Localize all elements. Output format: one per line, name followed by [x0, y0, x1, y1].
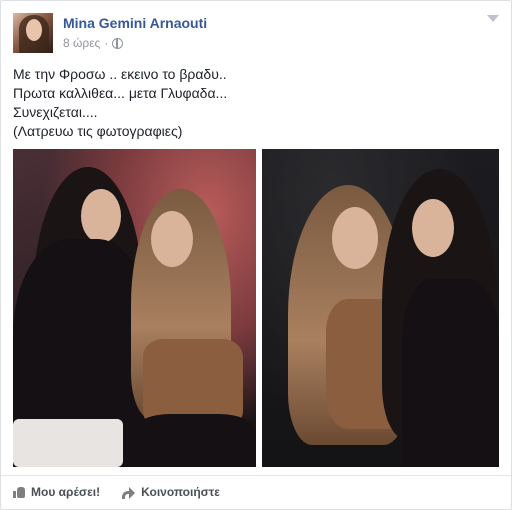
share-label: Κοινοποιήστε — [141, 485, 220, 499]
share-arrow-icon — [122, 486, 136, 499]
thumbs-up-icon — [13, 486, 25, 498]
post-card: Mina Gemini Arnaouti 8 ώρες · Με την Φρο… — [0, 0, 512, 510]
post-meta: 8 ώρες · — [63, 36, 124, 50]
post-line: Πρωτα καλλιθεα... μετα Γλυφαδα... — [13, 85, 228, 101]
actions-divider — [1, 475, 511, 476]
post-line: Με την Φροσω .. εκεινο το βραδυ.. — [13, 66, 227, 82]
share-button[interactable]: Κοινοποιήστε — [122, 485, 220, 499]
globe-icon[interactable] — [112, 37, 124, 49]
author-avatar[interactable] — [13, 13, 53, 53]
post-timestamp[interactable]: 8 ώρες — [63, 36, 100, 50]
like-button[interactable]: Μου αρέσει! — [13, 485, 100, 499]
avatar-face — [26, 19, 42, 41]
photo1-person-right-face — [151, 211, 193, 267]
post-text: Με την Φροσω .. εκεινο το βραδυ.. Πρωτα … — [13, 65, 227, 141]
post-line: Συνεχιζεται.... — [13, 104, 98, 120]
post-photo-1[interactable] — [13, 149, 256, 467]
photo2-person-left-face — [332, 207, 378, 269]
photo1-person-right-legs — [133, 414, 256, 467]
photo1-person-left-face — [81, 189, 121, 243]
post-line: (Λατρευω τις φωτογραφιες) — [13, 123, 183, 139]
photo2-person-right-body — [402, 279, 499, 467]
photo1-table — [13, 419, 123, 467]
chevron-down-icon[interactable] — [487, 15, 499, 22]
like-label: Μου αρέσει! — [31, 485, 101, 499]
post-actions: Μου αρέσει! Κοινοποιήστε — [13, 485, 220, 499]
photo2-person-right-face — [412, 199, 454, 257]
post-photo-2[interactable] — [262, 149, 499, 467]
author-name[interactable]: Mina Gemini Arnaouti — [63, 15, 207, 31]
